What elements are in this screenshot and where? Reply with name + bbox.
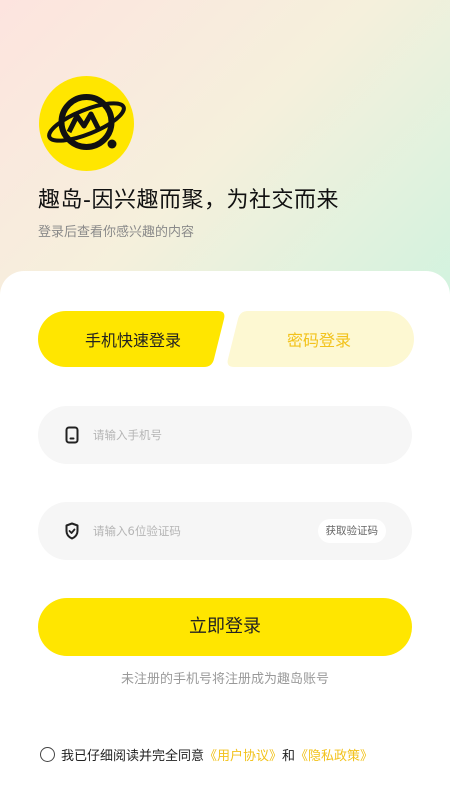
agreement-checkbox[interactable] xyxy=(40,747,55,762)
code-placeholder: 请输入6位验证码 xyxy=(93,524,181,538)
phone-placeholder: 请输入手机号 xyxy=(93,428,162,442)
shield-check-icon xyxy=(65,522,79,540)
tab-sms-login[interactable]: 手机快速登录 xyxy=(38,311,228,367)
register-notice: 未注册的手机号将注册成为趣岛账号 xyxy=(120,672,329,687)
user-agreement-link[interactable]: 《用户协议》 xyxy=(204,745,282,764)
agreement-row: 我已仔细阅读并完全同意 《用户协议》 和 《隐私政策》 xyxy=(40,745,373,764)
verification-code-input[interactable]: 请输入6位验证码 获取验证码 xyxy=(38,502,412,560)
app-logo xyxy=(39,76,134,171)
page-headline: 趣岛-因兴趣而聚，为社交而来 xyxy=(38,188,339,213)
page-subtitle: 登录后查看你感兴趣的内容 xyxy=(38,225,195,240)
phone-icon xyxy=(65,426,79,444)
login-button[interactable]: 立即登录 xyxy=(38,598,412,656)
get-code-button[interactable]: 获取验证码 xyxy=(317,519,386,543)
agreement-text: 我已仔细阅读并完全同意 xyxy=(61,749,205,764)
tab-password-login[interactable]: 密码登录 xyxy=(224,311,414,367)
tab-sms-label: 手机快速登录 xyxy=(84,331,181,350)
agreement-and: 和 xyxy=(282,749,296,764)
planet-logo-icon xyxy=(47,94,126,150)
tab-password-label: 密码登录 xyxy=(286,331,351,350)
privacy-policy-link[interactable]: 《隐私政策》 xyxy=(295,745,373,764)
phone-input[interactable]: 请输入手机号 xyxy=(38,406,412,464)
